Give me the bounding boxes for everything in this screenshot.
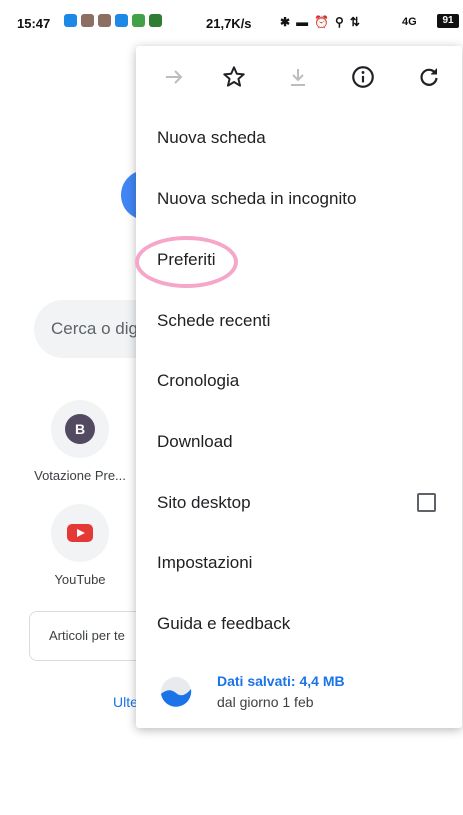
menu-item-settings[interactable]: Impostazioni [136,533,462,593]
status-time: 15:47 [17,16,51,31]
menu-item-incognito-tab[interactable]: Nuova scheda in incognito [136,169,462,229]
tile-youtube[interactable]: YouTube [25,504,135,587]
data-saved-title: Dati salvati: 4,4 MB [217,673,345,689]
bluetooth-icon: ✱ [280,15,291,29]
app-notification-icon [64,14,77,27]
letter-b-icon: B [65,414,95,444]
star-icon[interactable] [218,61,250,93]
app-notification-icon [81,14,94,27]
desktop-site-checkbox[interactable] [417,493,436,512]
menu-item-history[interactable]: Cronologia [136,351,462,411]
menu-item-label: Impostazioni [157,553,253,572]
data-saver-icon [161,677,192,707]
app-notification-icon [132,14,145,27]
status-bar: 15:47 21,7K/s ✱ ▬ ⏰ ⚲ ⇅ 4G 91 [0,0,463,46]
menu-item-new-tab[interactable]: Nuova scheda [136,108,462,168]
alarm-icon: ⏰ [314,15,330,29]
menu-item-label: Guida e feedback [157,614,291,633]
menu-item-label: Nuova scheda [157,128,266,147]
tile-icon-circle [51,504,109,562]
notification-icons [64,14,162,27]
network-type: 4G [402,16,417,28]
menu-item-downloads[interactable]: Download [136,412,462,472]
menu-item-help-feedback[interactable]: Guida e feedback [136,594,462,654]
overflow-menu: Nuova scheda Nuova scheda in incognito P… [136,46,462,728]
articles-label: Articoli per te [49,628,125,643]
network-speed: 21,7K/s [206,16,252,31]
download-icon[interactable] [282,61,314,93]
more-link[interactable]: Ulte [113,694,138,710]
menu-item-label: Sito desktop [157,493,251,512]
search-placeholder: Cerca o dig [51,319,138,338]
data-saved-item[interactable]: Dati salvati: 4,4 MB dal giorno 1 feb [136,661,462,721]
app-notification-icon [115,14,128,27]
menu-item-label: Cronologia [157,371,240,390]
system-icons: ✱ ▬ ⏰ ⚲ ⇅ [280,15,360,29]
tile-label: YouTube [54,572,106,587]
tile-votazione[interactable]: B Votazione Pre... [25,400,135,483]
signal-icon: ⇅ [349,15,360,29]
forward-icon[interactable] [158,61,190,93]
tile-label: Votazione Pre... [34,468,126,483]
toggle-icon: ▬ [296,15,309,29]
menu-item-label: Schede recenti [157,311,271,330]
menu-item-label: Nuova scheda in incognito [157,189,357,208]
app-notification-icon [98,14,111,27]
menu-item-label: Download [157,432,233,451]
menu-item-desktop-site[interactable]: Sito desktop [136,473,462,533]
app-notification-icon [149,14,162,27]
hotspot-icon: ⚲ [335,15,344,29]
info-icon[interactable] [347,61,379,93]
highlight-circle [135,236,238,288]
youtube-icon [67,524,93,542]
data-saved-subtitle: dal giorno 1 feb [217,694,314,710]
menu-icon-row [136,46,462,108]
menu-item-recent-tabs[interactable]: Schede recenti [136,291,462,351]
tile-icon-circle: B [51,400,109,458]
battery-indicator: 91 [437,14,459,28]
refresh-icon[interactable] [413,61,445,93]
